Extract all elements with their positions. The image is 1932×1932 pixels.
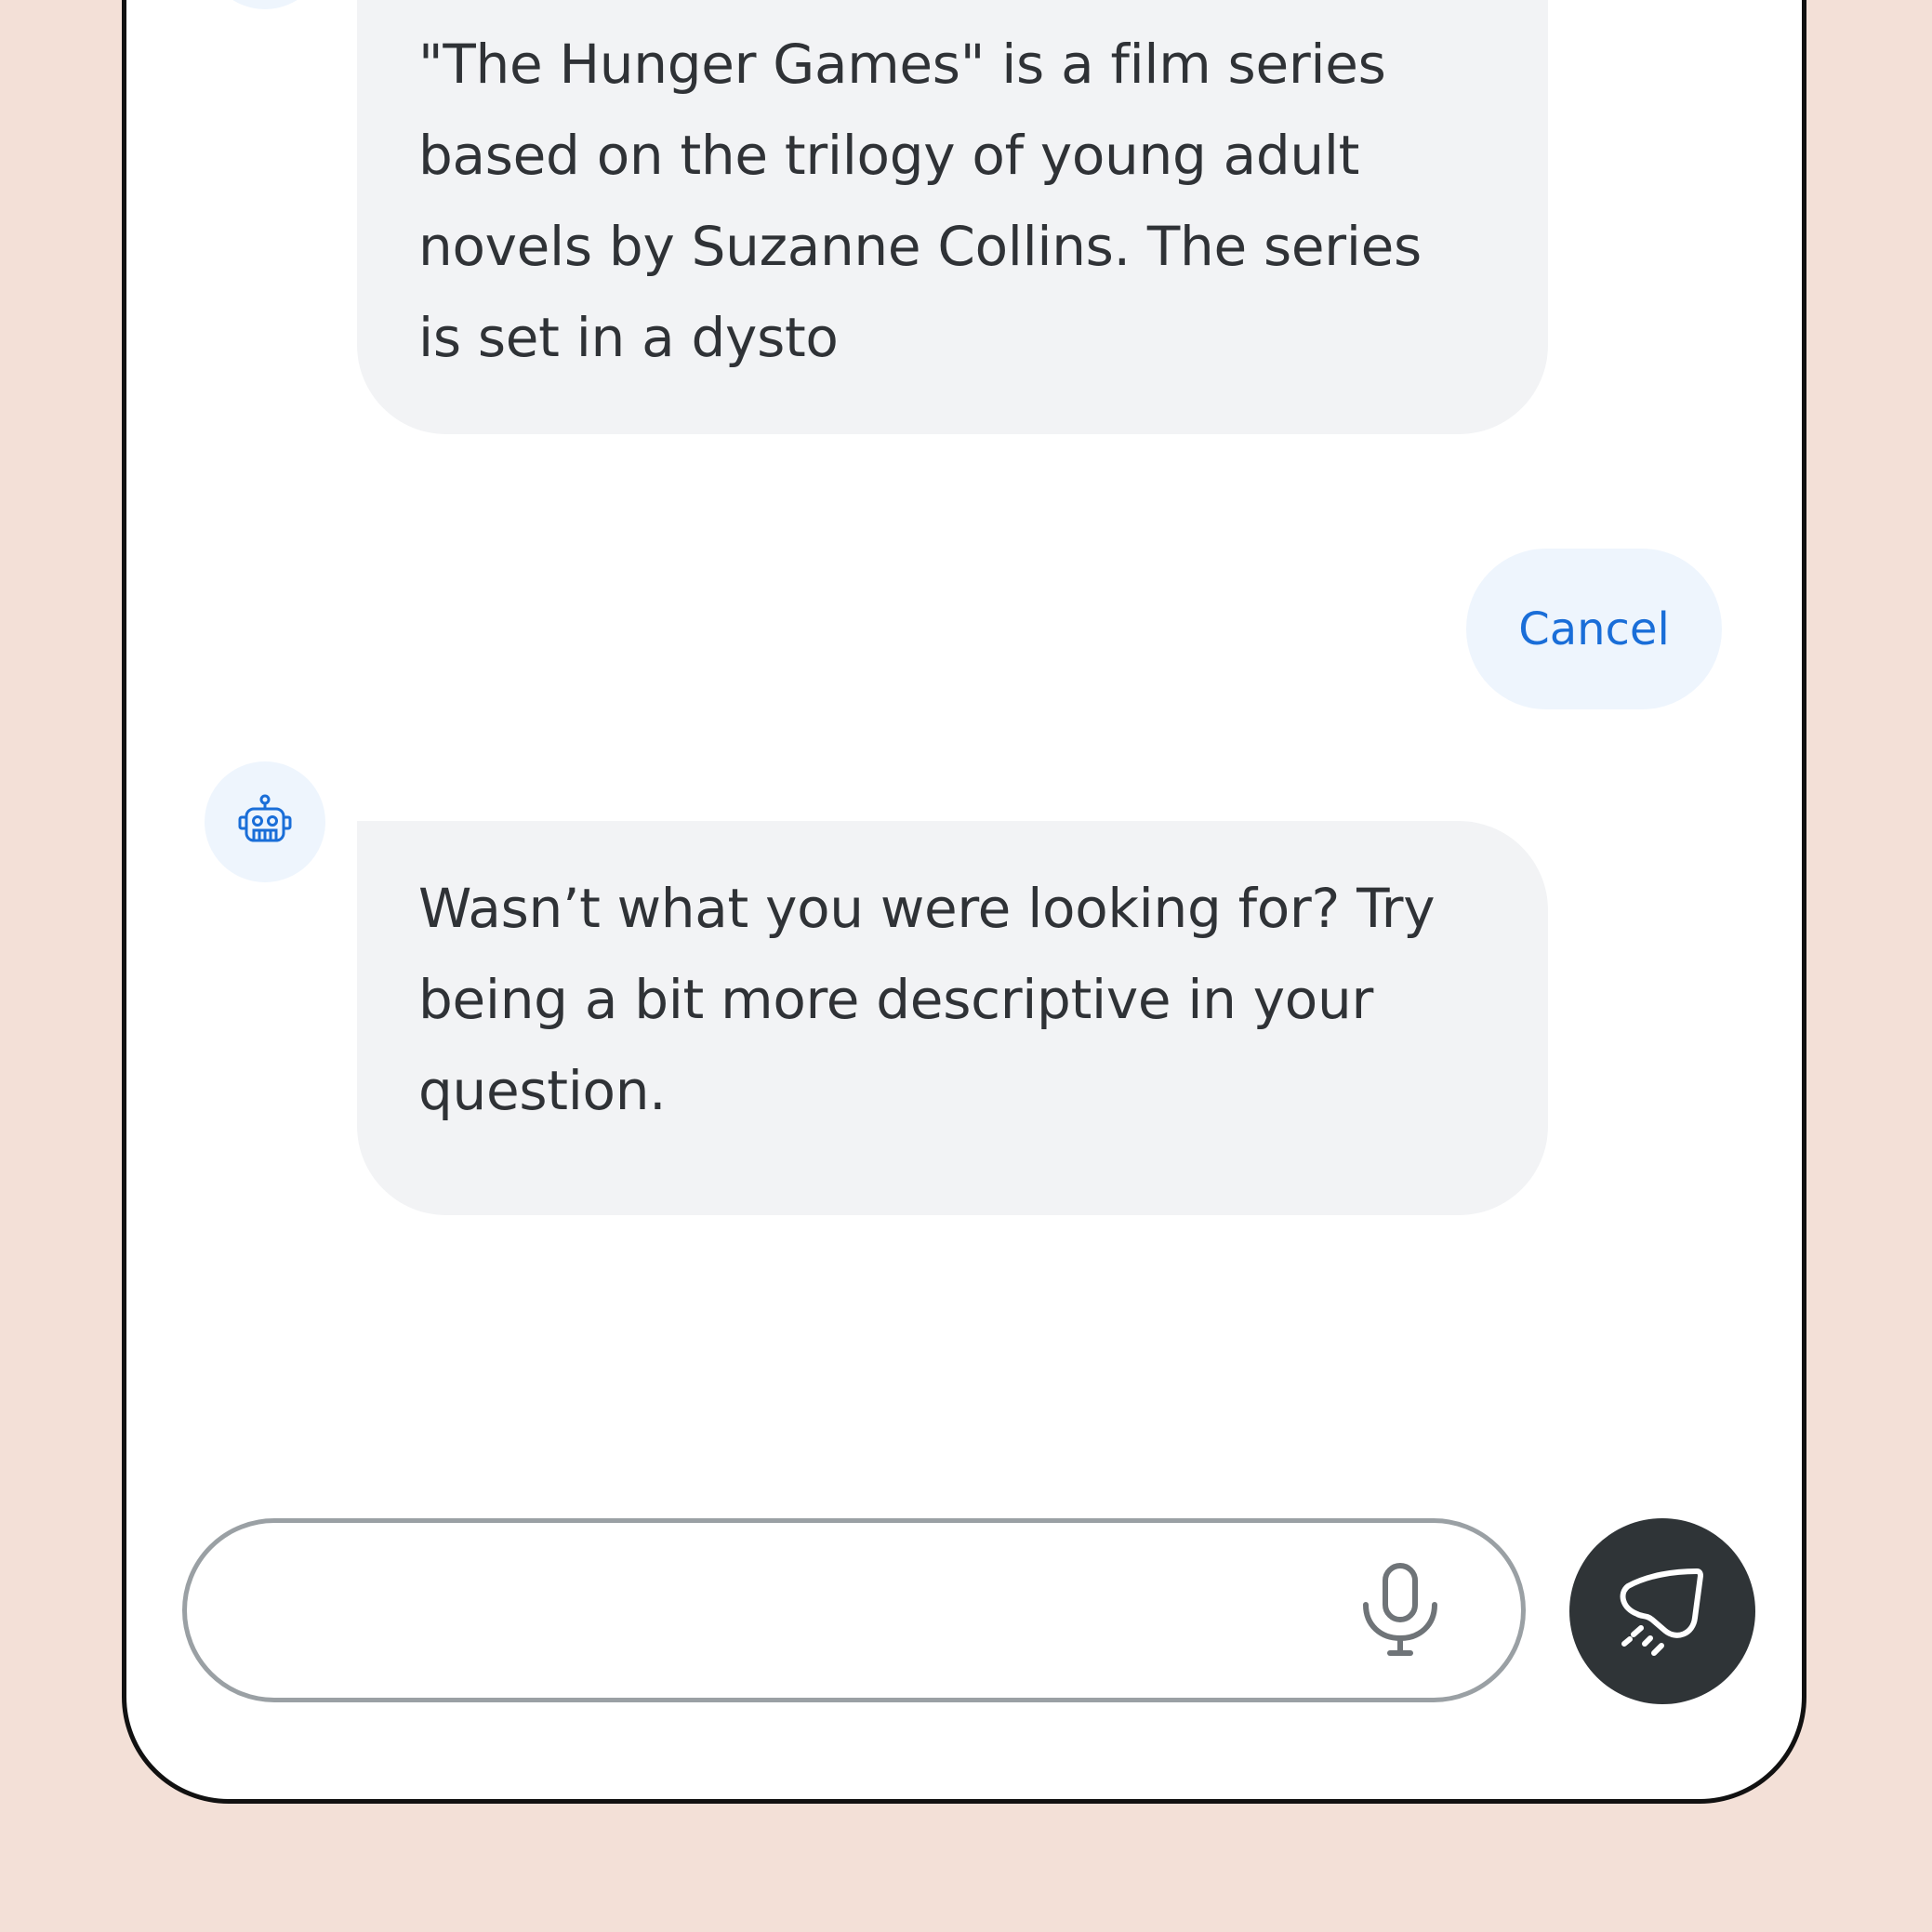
bot-avatar bbox=[205, 761, 325, 882]
cancel-button[interactable]: Cancel bbox=[1466, 549, 1722, 709]
robot-icon bbox=[238, 794, 292, 842]
bot-avatar bbox=[205, 0, 325, 9]
send-icon bbox=[1620, 1568, 1703, 1656]
message-input[interactable] bbox=[233, 1523, 1353, 1700]
phone-frame: "The Hunger Games" is a film series base… bbox=[122, 0, 1806, 1804]
microphone-button[interactable] bbox=[1349, 1558, 1451, 1662]
microphone-icon bbox=[1363, 1563, 1437, 1656]
bot-message-bubble: "The Hunger Games" is a film series base… bbox=[357, 0, 1548, 434]
message-input-container bbox=[182, 1518, 1526, 1702]
send-button[interactable] bbox=[1569, 1518, 1755, 1704]
bot-message-bubble: Wasn’t what you were looking for? Try be… bbox=[357, 821, 1548, 1215]
